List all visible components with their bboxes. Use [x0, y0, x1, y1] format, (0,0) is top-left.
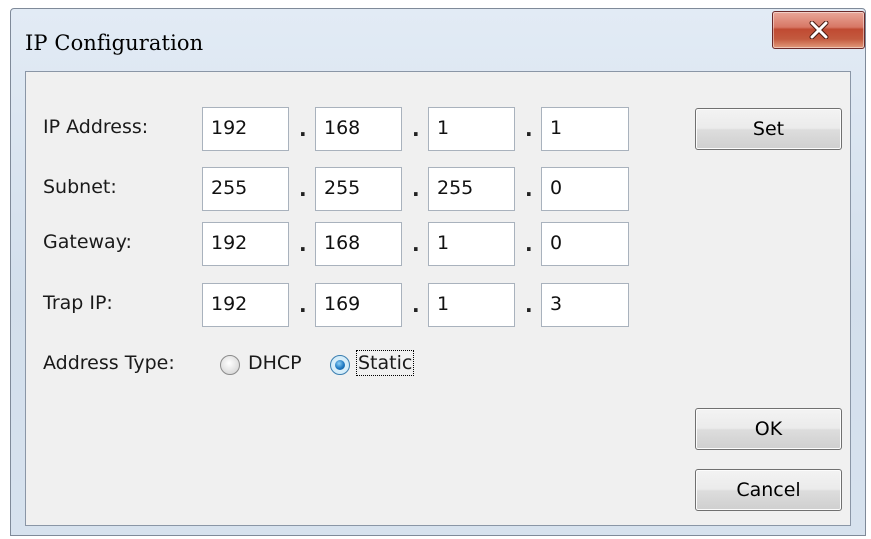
- gateway-label: Gateway:: [43, 231, 132, 253]
- dhcp-radio-label[interactable]: DHCP: [248, 352, 302, 374]
- ip-address-octet-3[interactable]: 1: [428, 107, 515, 151]
- gateway-octet-1[interactable]: 192: [202, 222, 289, 266]
- ok-button[interactable]: OK: [695, 408, 842, 450]
- trap-ip-octet-3[interactable]: 1: [428, 283, 515, 327]
- trap-ip-octet-1[interactable]: 192: [202, 283, 289, 327]
- octet-separator: .: [299, 232, 307, 256]
- gateway-octet-4[interactable]: 0: [541, 222, 629, 266]
- subnet-label: Subnet:: [43, 176, 117, 198]
- static-radio-label[interactable]: Static: [355, 350, 415, 376]
- octet-separator: .: [299, 293, 307, 317]
- trap-ip-label: Trap IP:: [43, 292, 113, 314]
- radio-selected-dot: [335, 360, 345, 370]
- subnet-octet-4[interactable]: 0: [541, 167, 629, 211]
- gateway-octet-2[interactable]: 168: [315, 222, 402, 266]
- subnet-octet-1[interactable]: 255: [202, 167, 289, 211]
- ip-address-octet-2[interactable]: 168: [315, 107, 402, 151]
- trap-ip-octet-2[interactable]: 169: [315, 283, 402, 327]
- octet-separator: .: [525, 117, 533, 141]
- octet-separator: .: [299, 177, 307, 201]
- cancel-button[interactable]: Cancel: [695, 469, 842, 511]
- address-type-label: Address Type:: [43, 352, 175, 374]
- octet-separator: .: [299, 117, 307, 141]
- ip-address-octet-4[interactable]: 1: [541, 107, 629, 151]
- octet-separator: .: [412, 117, 420, 141]
- static-radio[interactable]: [330, 355, 350, 375]
- octet-separator: .: [525, 293, 533, 317]
- ip-address-octet-1[interactable]: 192: [202, 107, 289, 151]
- close-x-icon: [809, 21, 829, 39]
- gateway-octet-3[interactable]: 1: [428, 222, 515, 266]
- ip-configuration-dialog: IP Configuration IP Address: 192 . 168 .…: [10, 8, 866, 536]
- octet-separator: .: [525, 177, 533, 201]
- trap-ip-octet-4[interactable]: 3: [541, 283, 629, 327]
- subnet-octet-2[interactable]: 255: [315, 167, 402, 211]
- dialog-body: IP Address: 192 . 168 . 1 . 1 Subnet: 25…: [25, 71, 851, 526]
- dialog-title: IP Configuration: [25, 31, 204, 55]
- octet-separator: .: [412, 293, 420, 317]
- subnet-octet-3[interactable]: 255: [428, 167, 515, 211]
- octet-separator: .: [412, 232, 420, 256]
- close-button[interactable]: [772, 11, 865, 49]
- set-button[interactable]: Set: [695, 108, 842, 150]
- title-bar[interactable]: IP Configuration: [11, 9, 865, 71]
- dhcp-radio[interactable]: [220, 355, 240, 375]
- ip-address-label: IP Address:: [43, 116, 149, 138]
- octet-separator: .: [525, 232, 533, 256]
- octet-separator: .: [412, 177, 420, 201]
